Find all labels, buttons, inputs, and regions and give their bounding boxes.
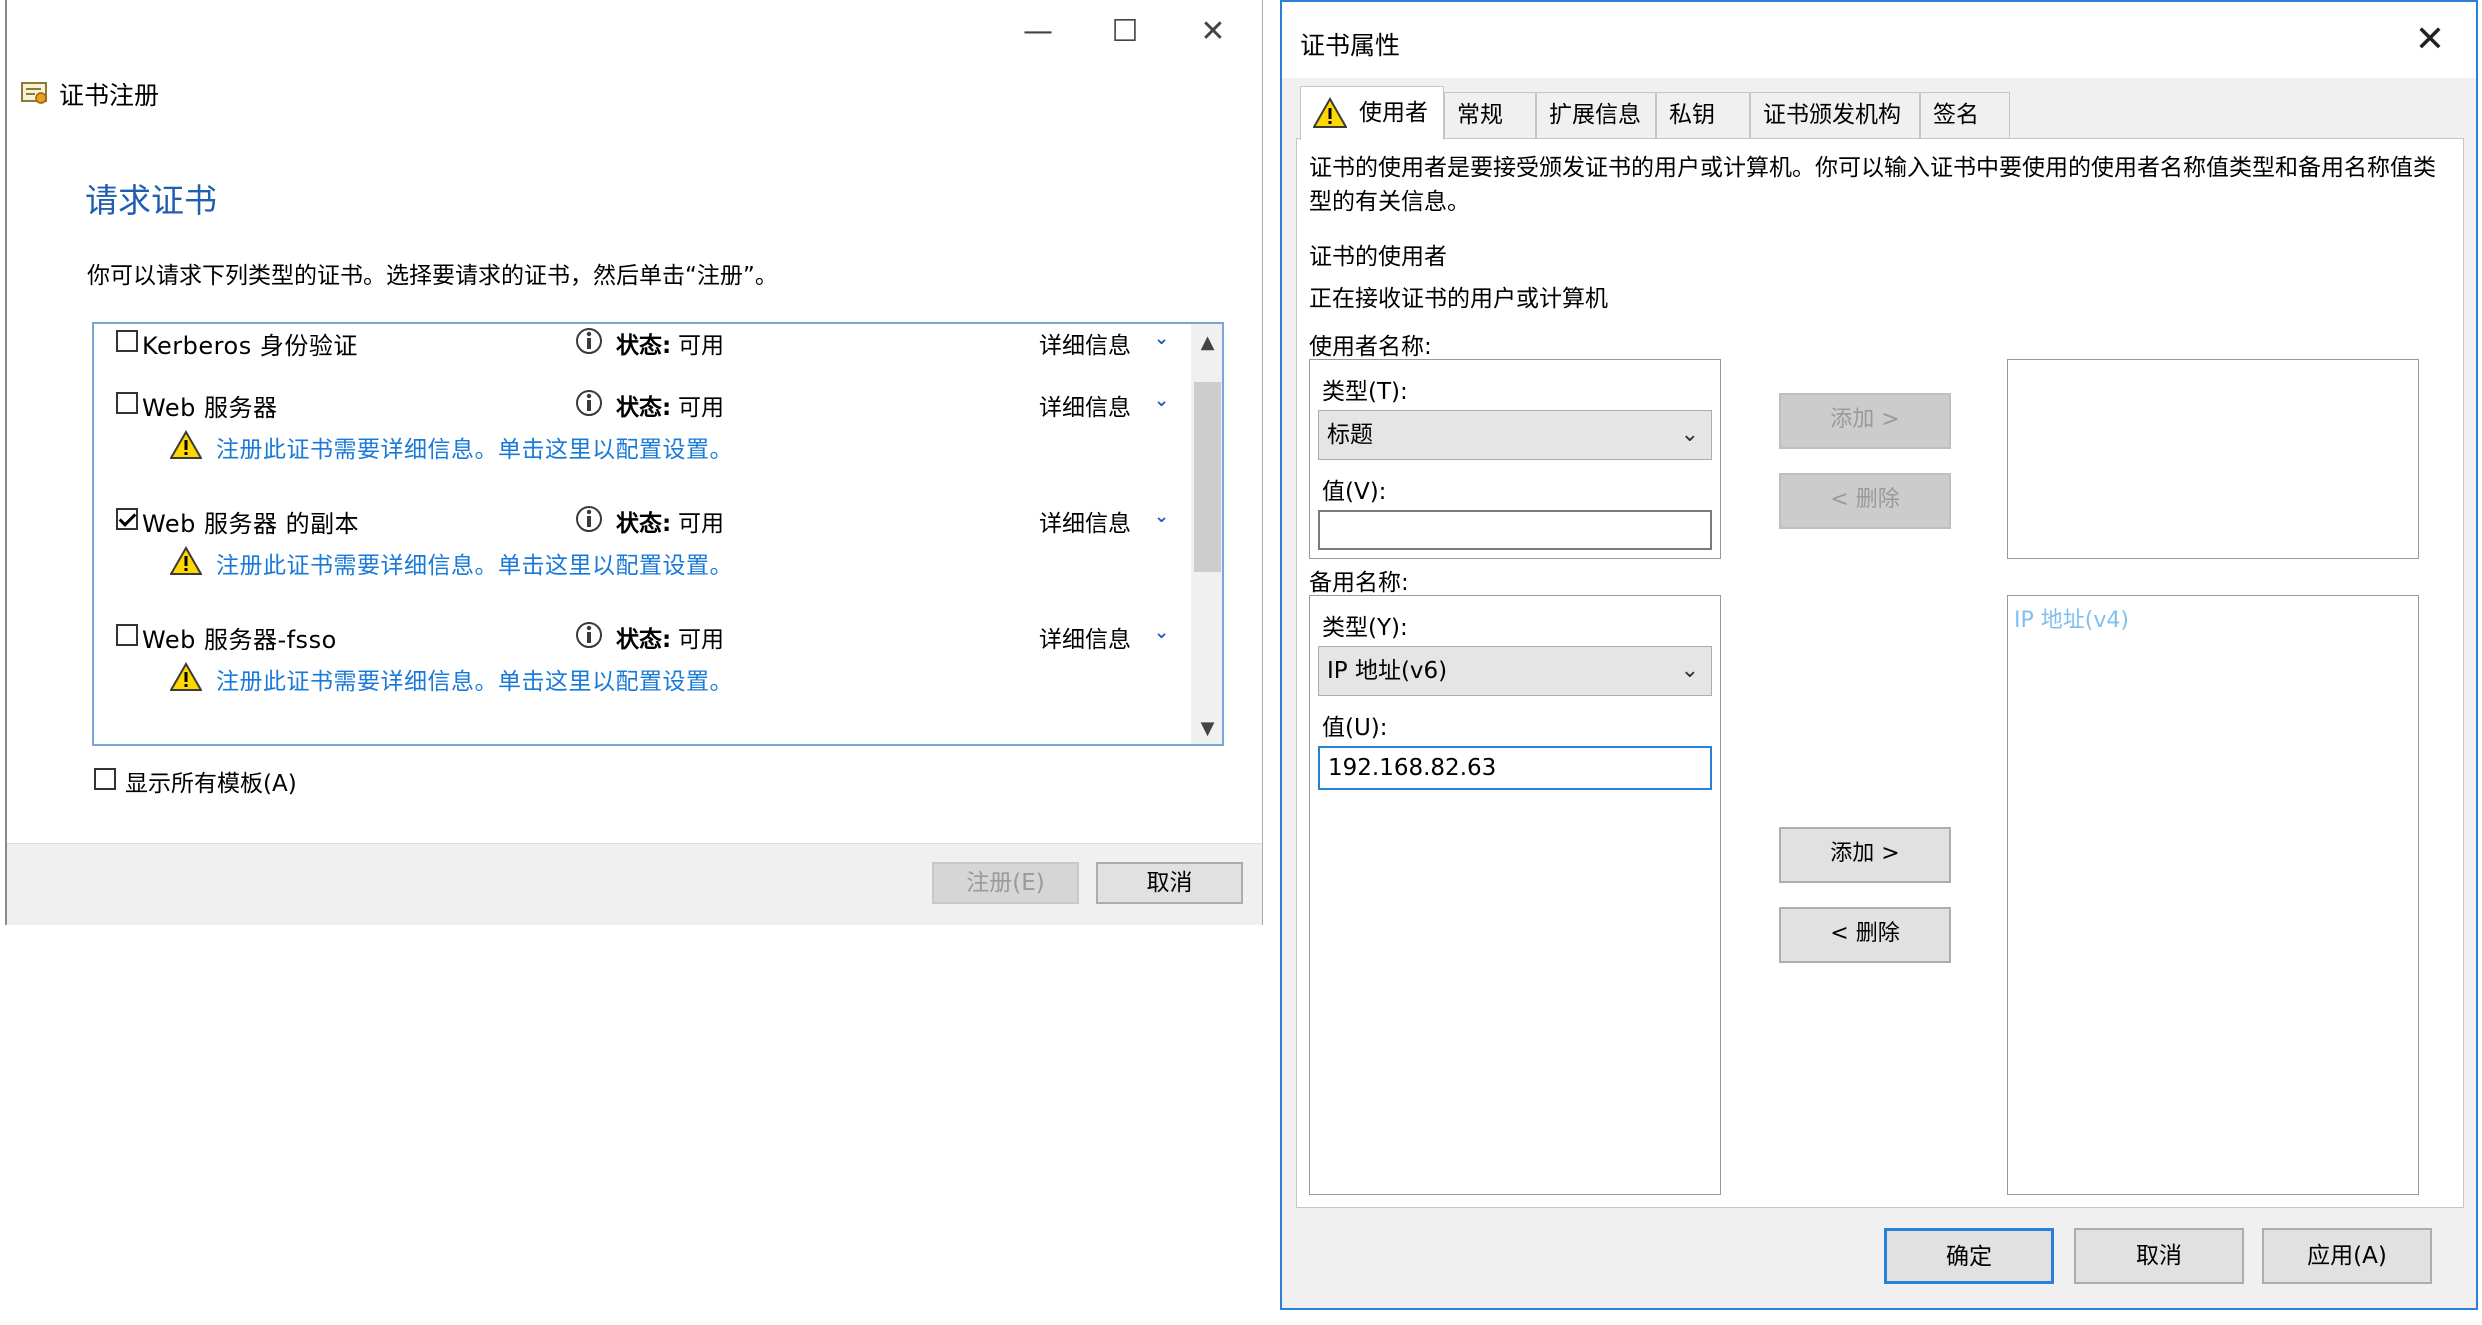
status-label: 状态:	[616, 395, 672, 421]
template-checkbox[interactable]	[116, 330, 138, 352]
page-heading: 请求证书	[85, 181, 217, 220]
alt-name-label: 备用名称:	[1309, 570, 1409, 596]
tab-subject[interactable]: 使用者	[1300, 86, 1444, 140]
subject-value-input[interactable]	[1318, 510, 1712, 550]
alt-values-list-item[interactable]: IP 地址(v4)	[2014, 602, 2129, 634]
apply-button[interactable]: 应用(A)	[2262, 1228, 2432, 1284]
cancel-button[interactable]: 取消	[2074, 1228, 2244, 1284]
subject-value-label: 值(V):	[1322, 479, 1387, 505]
info-icon	[576, 622, 602, 648]
template-checkbox[interactable]	[116, 392, 138, 414]
subject-name-group: 类型(T): 标题 ⌄ 值(V):	[1309, 359, 1721, 559]
info-icon	[576, 328, 602, 354]
status-value: 可用	[678, 627, 724, 653]
subject-type-value: 标题	[1327, 422, 1373, 448]
template-list[interactable]: Kerberos 身份验证 状态: 可用 详细信息 ⌄ Web 服务器 状态: …	[92, 322, 1224, 746]
template-name: Web 服务器-fsso	[142, 626, 337, 654]
dialog-titlebar	[1282, 2, 2476, 78]
warning-icon	[170, 546, 202, 575]
tab-certification-authority[interactable]: 证书颁发机构	[1750, 92, 1920, 138]
details-link[interactable]: 详细信息	[1039, 620, 1131, 654]
info-icon	[576, 390, 602, 416]
scroll-up-arrow-icon[interactable]: ▲	[1191, 328, 1222, 358]
template-name: Kerberos 身份验证	[142, 332, 358, 360]
subject-type-select[interactable]: 标题 ⌄	[1318, 410, 1712, 460]
ok-button[interactable]: 确定	[1884, 1228, 2054, 1284]
status-label: 状态:	[616, 511, 672, 537]
tab-label: 证书颁发机构	[1763, 102, 1901, 128]
tab-label: 私钥	[1669, 102, 1715, 128]
warning-icon	[170, 662, 202, 691]
certificate-icon	[21, 82, 47, 104]
subject-type-label: 类型(T):	[1322, 379, 1408, 405]
dialog-title: 证书属性	[1300, 31, 1401, 60]
status-label: 状态:	[616, 333, 672, 359]
tab-extensions[interactable]: 扩展信息	[1536, 92, 1656, 138]
alt-type-value: IP 地址(v6)	[1327, 658, 1448, 684]
template-name: Web 服务器 的副本	[142, 510, 360, 538]
subject-values-list[interactable]	[2007, 359, 2419, 559]
tab-label: 使用者	[1359, 100, 1428, 126]
alt-type-label: 类型(Y):	[1322, 615, 1408, 641]
chevron-down-icon[interactable]: ⌄	[1154, 506, 1169, 527]
page-description: 你可以请求下列类型的证书。选择要请求的证书，然后单击“注册”。	[87, 263, 778, 289]
subject-intro: 证书的使用者是要接受颁发证书的用户或计算机。你可以输入证书中要使用的使用者名称值…	[1309, 155, 2436, 215]
configure-settings-link[interactable]: 注册此证书需要详细信息。单击这里以配置设置。	[216, 430, 733, 464]
details-link[interactable]: 详细信息	[1039, 504, 1131, 538]
certificate-properties-dialog: 证书属性 ✕ 使用者 常规 扩展信息 私钥 证书颁发机构 签名 证书的使用者是要…	[1280, 0, 2478, 1310]
warning-icon	[170, 430, 202, 459]
configure-settings-link[interactable]: 注册此证书需要详细信息。单击这里以配置设置。	[216, 546, 733, 580]
status-value: 可用	[678, 511, 724, 537]
tab-general[interactable]: 常规	[1444, 92, 1536, 138]
scroll-down-arrow-icon[interactable]: ▼	[1191, 714, 1222, 744]
add-subject-button[interactable]: 添加 >	[1779, 393, 1951, 449]
cancel-button[interactable]: 取消	[1096, 862, 1243, 904]
add-alt-name-button[interactable]: 添加 >	[1779, 827, 1951, 883]
info-icon	[576, 506, 602, 532]
chevron-down-icon: ⌄	[1680, 658, 1699, 683]
chevron-down-icon[interactable]: ⌄	[1154, 622, 1169, 643]
subject-tab-panel: 证书的使用者是要接受颁发证书的用户或计算机。你可以输入证书中要使用的使用者名称值…	[1296, 138, 2464, 1208]
scrollbar-thumb[interactable]	[1194, 382, 1221, 572]
chevron-down-icon: ⌄	[1680, 422, 1699, 447]
details-link[interactable]: 详细信息	[1039, 326, 1131, 360]
configure-settings-link[interactable]: 注册此证书需要详细信息。单击这里以配置设置。	[216, 662, 733, 696]
tab-label: 签名	[1933, 102, 1979, 128]
template-name: Web 服务器	[142, 394, 278, 422]
alt-value-label: 值(U):	[1322, 715, 1388, 741]
alt-values-list[interactable]: IP 地址(v4)	[2007, 595, 2419, 1195]
maximize-button[interactable]: ☐	[1089, 10, 1161, 54]
status-label: 状态:	[616, 627, 672, 653]
alt-value-input[interactable]: 192.168.82.63	[1318, 746, 1712, 790]
details-link[interactable]: 详细信息	[1039, 388, 1131, 422]
subject-heading: 证书的使用者	[1309, 244, 1447, 270]
enroll-button[interactable]: 注册(E)	[932, 862, 1079, 904]
template-checkbox[interactable]	[116, 624, 138, 646]
warning-icon	[1313, 97, 1347, 128]
tab-private-key[interactable]: 私钥	[1656, 92, 1750, 138]
status-value: 可用	[678, 333, 724, 359]
window-title: 证书注册	[59, 81, 160, 110]
certificate-enrollment-window: — ☐ ✕ 证书注册 请求证书 你可以请求下列类型的证书。选择要请求的证书，然后…	[5, 0, 1263, 925]
close-icon[interactable]: ✕	[2402, 16, 2458, 64]
tab-label: 扩展信息	[1549, 102, 1641, 128]
chevron-down-icon[interactable]: ⌄	[1154, 328, 1169, 349]
remove-alt-name-button[interactable]: < 删除	[1779, 907, 1951, 963]
minimize-button[interactable]: —	[1002, 10, 1074, 54]
subject-description: 正在接收证书的用户或计算机	[1309, 286, 1608, 312]
status-value: 可用	[678, 395, 724, 421]
subject-name-label: 使用者名称:	[1309, 334, 1432, 360]
show-all-templates-label: 显示所有模板(A)	[125, 771, 297, 797]
close-button[interactable]: ✕	[1177, 10, 1249, 54]
template-checkbox[interactable]	[116, 508, 138, 530]
alt-type-select[interactable]: IP 地址(v6) ⌄	[1318, 646, 1712, 696]
tab-signature[interactable]: 签名	[1920, 92, 2010, 138]
chevron-down-icon[interactable]: ⌄	[1154, 390, 1169, 411]
alt-name-group: 类型(Y): IP 地址(v6) ⌄ 值(U): 192.168.82.63	[1309, 595, 1721, 1195]
show-all-templates-checkbox[interactable]	[94, 768, 116, 790]
tab-label: 常规	[1457, 102, 1503, 128]
remove-subject-button[interactable]: < 删除	[1779, 473, 1951, 529]
